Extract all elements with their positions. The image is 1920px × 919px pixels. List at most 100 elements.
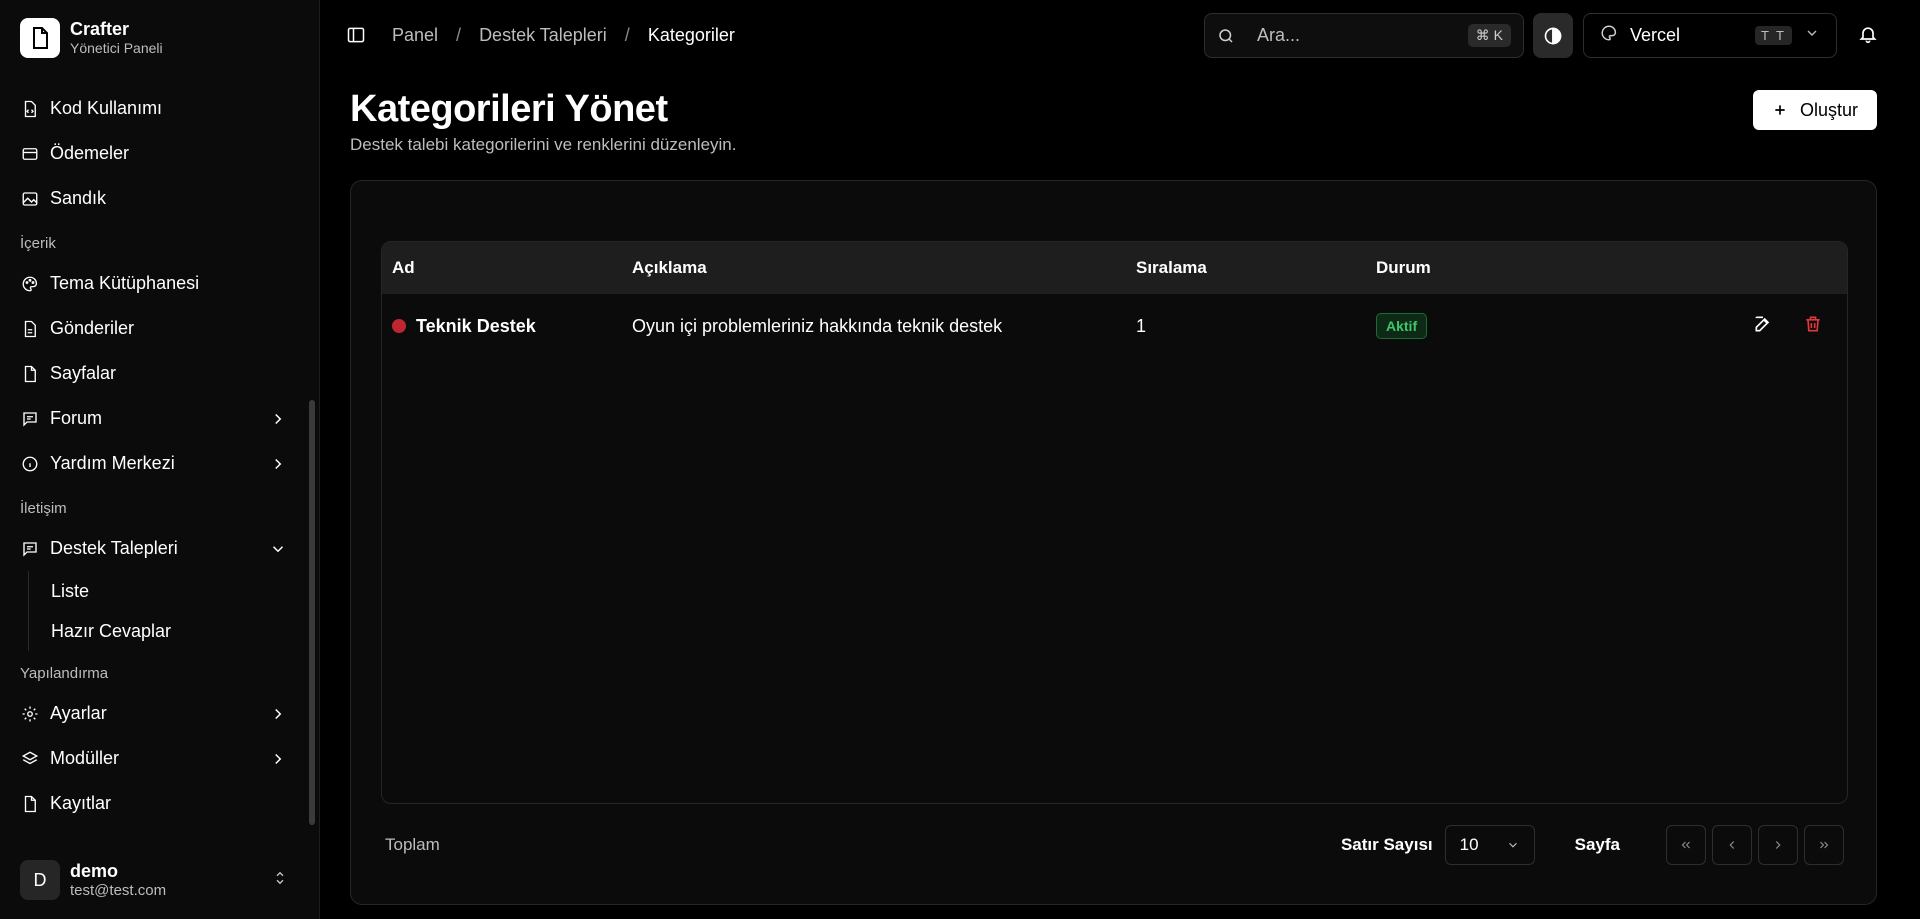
user-name: demo bbox=[70, 861, 119, 881]
sidebar-item-label: Kod Kullanımı bbox=[50, 98, 163, 118]
theme-selector[interactable]: Vercel T T bbox=[1583, 13, 1837, 58]
info-icon bbox=[20, 454, 40, 474]
credit-card-icon bbox=[20, 144, 40, 164]
table-row: Teknik Destek Oyun içi problemleriniz ha… bbox=[382, 294, 1847, 358]
search-icon bbox=[1219, 28, 1233, 43]
sidebar-item-label: Yardım Merkezi bbox=[50, 453, 175, 473]
file-icon bbox=[20, 794, 40, 814]
sidebar-item-forum[interactable]: Forum bbox=[20, 396, 299, 441]
edit-icon bbox=[1755, 316, 1770, 331]
brand[interactable]: Crafter Yönetici Paneli bbox=[0, 0, 319, 72]
sidebar-toggle-icon bbox=[347, 27, 365, 43]
sidebar-nav: Kod Kullanımı Ödemeler Sandık İçerik Tem… bbox=[0, 72, 319, 841]
categories-card: Ad Açıklama Sıralama Durum Teknik Destek… bbox=[350, 180, 1877, 905]
file-icon bbox=[20, 364, 40, 384]
group-label-icerik: İçerik bbox=[20, 234, 56, 252]
chevrons-up-down-icon bbox=[271, 869, 289, 892]
sidebar-item-kod-kullanimi[interactable]: Kod Kullanımı bbox=[20, 86, 299, 131]
sidebar: Crafter Yönetici Paneli Kod Kullanımı Öd… bbox=[0, 0, 320, 919]
edit-button[interactable] bbox=[1753, 314, 1773, 339]
chevrons-right-icon bbox=[1820, 841, 1829, 849]
palette-icon bbox=[20, 274, 40, 294]
category-order: 1 bbox=[1136, 315, 1147, 336]
search-shortcut: ⌘ K bbox=[1467, 24, 1511, 47]
message-icon bbox=[20, 409, 40, 429]
file-logo-icon bbox=[33, 27, 48, 49]
chevron-left-icon bbox=[1729, 841, 1735, 849]
chevron-right-icon bbox=[269, 410, 287, 428]
breadcrumb-separator: / bbox=[624, 24, 630, 45]
gear-icon bbox=[20, 704, 40, 724]
create-button[interactable]: Oluştur bbox=[1753, 90, 1877, 130]
chevron-right-icon bbox=[269, 455, 287, 473]
breadcrumb-link-destek-talepleri[interactable]: Destek Talepleri bbox=[479, 25, 607, 46]
chevron-right-icon bbox=[1775, 841, 1781, 849]
sidebar-item-destek-talepleri[interactable]: Destek Talepleri bbox=[20, 526, 299, 571]
layers-icon bbox=[20, 749, 40, 769]
sidebar-item-yardim-merkezi[interactable]: Yardım Merkezi bbox=[20, 441, 299, 486]
group-label-iletisim: İletişim bbox=[20, 499, 67, 517]
sidebar-item-label: Gönderiler bbox=[50, 318, 135, 338]
column-header-durum: Durum bbox=[1376, 258, 1431, 277]
sidebar-item-label: Sandık bbox=[50, 188, 107, 208]
prev-page-button[interactable] bbox=[1712, 825, 1752, 865]
sidebar-item-sandik[interactable]: Sandık bbox=[20, 176, 299, 221]
sidebar-subitem-liste[interactable]: Liste bbox=[51, 571, 299, 611]
sidebar-subitem-hazir-cevaplar[interactable]: Hazır Cevaplar bbox=[51, 611, 299, 651]
theme-toggle-button[interactable] bbox=[1533, 13, 1573, 58]
sidebar-item-tema-kutuphanesi[interactable]: Tema Kütüphanesi bbox=[20, 261, 299, 306]
sidebar-item-label: Forum bbox=[50, 408, 103, 428]
column-header-aciklama: Açıklama bbox=[632, 258, 707, 277]
breadcrumb-link-panel[interactable]: Panel bbox=[392, 25, 438, 46]
avatar: D bbox=[20, 860, 60, 900]
file-icon bbox=[20, 319, 40, 339]
sidebar-item-sayfalar[interactable]: Sayfalar bbox=[20, 351, 299, 396]
total-label: Toplam bbox=[385, 835, 440, 854]
rows-per-page-value: 10 bbox=[1459, 835, 1479, 854]
sidebar-item-label: Modüller bbox=[50, 748, 120, 768]
brand-title: Crafter bbox=[70, 19, 130, 39]
categories-table: Ad Açıklama Sıralama Durum Teknik Destek… bbox=[381, 241, 1848, 804]
sidebar-scrollbar[interactable] bbox=[309, 400, 315, 825]
sidebar-item-gonderiler[interactable]: Gönderiler bbox=[20, 306, 299, 351]
sidebar-item-kayitlar[interactable]: Kayıtlar bbox=[20, 781, 299, 826]
chevron-right-icon bbox=[269, 705, 287, 723]
user-email: test@test.com bbox=[70, 882, 167, 899]
search-placeholder: Ara... bbox=[1257, 25, 1301, 45]
chevrons-left-icon bbox=[1681, 841, 1690, 849]
sidebar-item-label: Tema Kütüphanesi bbox=[50, 273, 200, 293]
theme-selector-badge: T T bbox=[1754, 26, 1792, 45]
main-content: Panel / Destek Talepleri / Kategoriler A… bbox=[320, 0, 1920, 919]
notifications-button[interactable] bbox=[1858, 24, 1880, 46]
sidebar-item-label: Destek Talepleri bbox=[50, 538, 178, 558]
page-label: Sayfa bbox=[1574, 835, 1620, 854]
sidebar-toggle-button[interactable] bbox=[344, 23, 368, 47]
bell-icon bbox=[1859, 27, 1877, 44]
sidebar-item-label: Ödemeler bbox=[50, 143, 130, 163]
next-page-button[interactable] bbox=[1758, 825, 1798, 865]
last-page-button[interactable] bbox=[1804, 825, 1844, 865]
brand-logo bbox=[20, 18, 60, 58]
chevron-down-icon bbox=[1804, 25, 1820, 46]
breadcrumb-current: Kategoriler bbox=[647, 24, 735, 45]
status-badge: Aktif bbox=[1376, 313, 1428, 339]
user-menu[interactable]: D demo test@test.com bbox=[0, 841, 319, 919]
plus-icon bbox=[1775, 105, 1785, 115]
rows-per-page-select[interactable]: 10 bbox=[1444, 825, 1535, 865]
sidebar-item-moduller[interactable]: Modüller bbox=[20, 736, 299, 781]
create-button-label: Oluştur bbox=[1799, 99, 1859, 120]
pagination: Toplam Satır Sayısı 10 Sayfa bbox=[385, 825, 1844, 865]
first-page-button[interactable] bbox=[1666, 825, 1706, 865]
page-header: Kategorileri Yönet Destek talebi kategor… bbox=[350, 88, 736, 155]
palette-icon bbox=[1600, 24, 1618, 47]
search-input[interactable]: Ara... ⌘ K bbox=[1204, 13, 1524, 58]
delete-button[interactable] bbox=[1803, 314, 1823, 339]
contrast-icon bbox=[1544, 27, 1562, 44]
sidebar-item-ayarlar[interactable]: Ayarlar bbox=[20, 691, 299, 736]
file-code-icon bbox=[20, 99, 40, 119]
sidebar-item-label: Ayarlar bbox=[50, 703, 107, 723]
page-subtitle: Destek talebi kategorilerini ve renkleri… bbox=[350, 135, 737, 154]
sidebar-item-odemeler[interactable]: Ödemeler bbox=[20, 131, 299, 176]
breadcrumb-separator: / bbox=[456, 24, 462, 45]
page-title: Kategorileri Yönet bbox=[350, 88, 668, 130]
